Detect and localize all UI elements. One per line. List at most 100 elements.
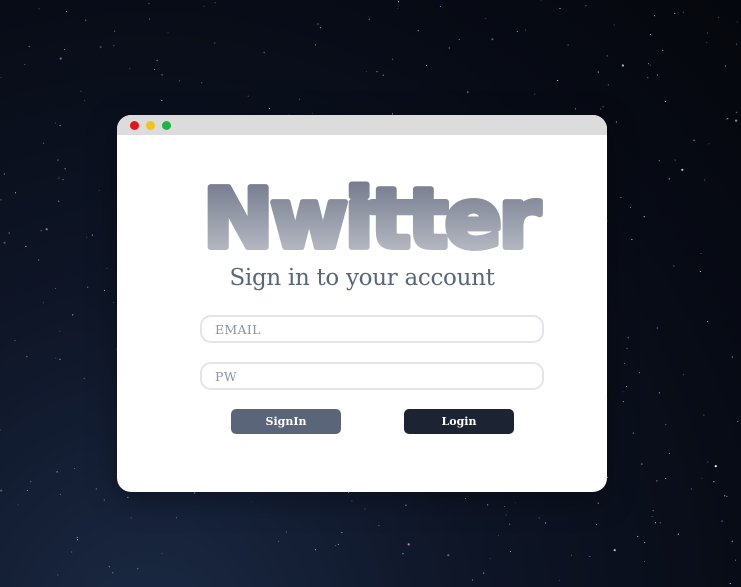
star: [14, 340, 16, 342]
star: [368, 18, 370, 20]
star: [625, 386, 627, 388]
star: [708, 143, 710, 145]
star: [721, 520, 723, 522]
star: [161, 99, 163, 101]
star: [17, 504, 19, 506]
star: [682, 11, 684, 13]
password-input[interactable]: [200, 362, 544, 390]
login-button[interactable]: Login: [404, 409, 514, 434]
star: [30, 480, 32, 482]
star: [503, 505, 506, 508]
star: [137, 568, 139, 570]
star: [3, 173, 5, 175]
star: [263, 51, 265, 53]
star: [87, 286, 89, 288]
star: [161, 74, 163, 76]
star: [735, 111, 737, 113]
star: [72, 314, 74, 316]
app-window: Nwitter Sign in to your account SignIn L…: [117, 115, 607, 492]
star: [602, 106, 604, 108]
star: [3, 241, 6, 244]
star: [658, 392, 660, 394]
logo-text: Nwitter: [203, 173, 541, 259]
star: [99, 46, 102, 49]
star: [647, 77, 649, 79]
star: [483, 572, 485, 574]
star: [626, 347, 628, 349]
star: [656, 74, 658, 76]
star: [334, 545, 337, 547]
star: [682, 374, 684, 376]
star: [38, 259, 40, 261]
star: [706, 42, 708, 44]
page-heading: Sign in to your account: [229, 265, 495, 291]
star: [627, 337, 629, 339]
star: [735, 119, 738, 122]
maximize-window-icon[interactable]: [162, 120, 171, 130]
star: [365, 71, 367, 73]
star: [665, 477, 667, 480]
star: [203, 5, 205, 7]
star: [337, 543, 339, 545]
star: [73, 467, 76, 470]
star: [43, 142, 45, 144]
star: [731, 540, 733, 542]
star: [95, 488, 97, 490]
star: [699, 270, 701, 272]
email-input[interactable]: [200, 315, 544, 343]
star: [59, 493, 61, 496]
star: [59, 358, 61, 360]
star: [113, 45, 115, 47]
minimize-window-icon[interactable]: [146, 120, 155, 130]
star: [148, 3, 150, 5]
star: [613, 549, 616, 552]
star: [103, 289, 106, 291]
star: [26, 356, 28, 358]
star: [736, 21, 738, 23]
star: [201, 82, 203, 84]
star: [179, 80, 181, 82]
star: [103, 499, 105, 501]
star: [14, 192, 17, 194]
star: [54, 122, 56, 124]
star: [654, 522, 657, 524]
star: [622, 391, 624, 393]
star: [341, 531, 343, 534]
star: [606, 55, 608, 57]
star: [701, 477, 703, 479]
star: [606, 220, 608, 222]
star: [559, 579, 561, 581]
star: [600, 108, 602, 110]
star: [58, 177, 60, 179]
star: [641, 463, 643, 465]
star: [681, 168, 684, 171]
star: [589, 555, 591, 557]
star: [524, 29, 527, 31]
star: [574, 108, 576, 110]
star: [319, 27, 321, 29]
star: [402, 553, 404, 555]
window-titlebar: [117, 115, 607, 135]
signin-button[interactable]: SignIn: [231, 409, 341, 434]
star: [534, 93, 536, 95]
star: [668, 178, 670, 180]
star: [251, 501, 253, 503]
star: [130, 517, 132, 519]
star: [629, 206, 632, 209]
star: [731, 356, 733, 358]
star: [595, 524, 598, 526]
star: [0, 489, 3, 492]
star: [467, 91, 469, 93]
star: [654, 15, 656, 17]
star: [448, 47, 450, 49]
star: [726, 495, 728, 497]
close-window-icon[interactable]: [130, 120, 139, 130]
star: [673, 265, 675, 267]
star: [690, 488, 692, 490]
star: [644, 542, 646, 544]
star: [665, 424, 667, 426]
star: [54, 287, 56, 290]
star: [85, 19, 87, 21]
star: [674, 159, 676, 161]
star: [704, 179, 706, 181]
